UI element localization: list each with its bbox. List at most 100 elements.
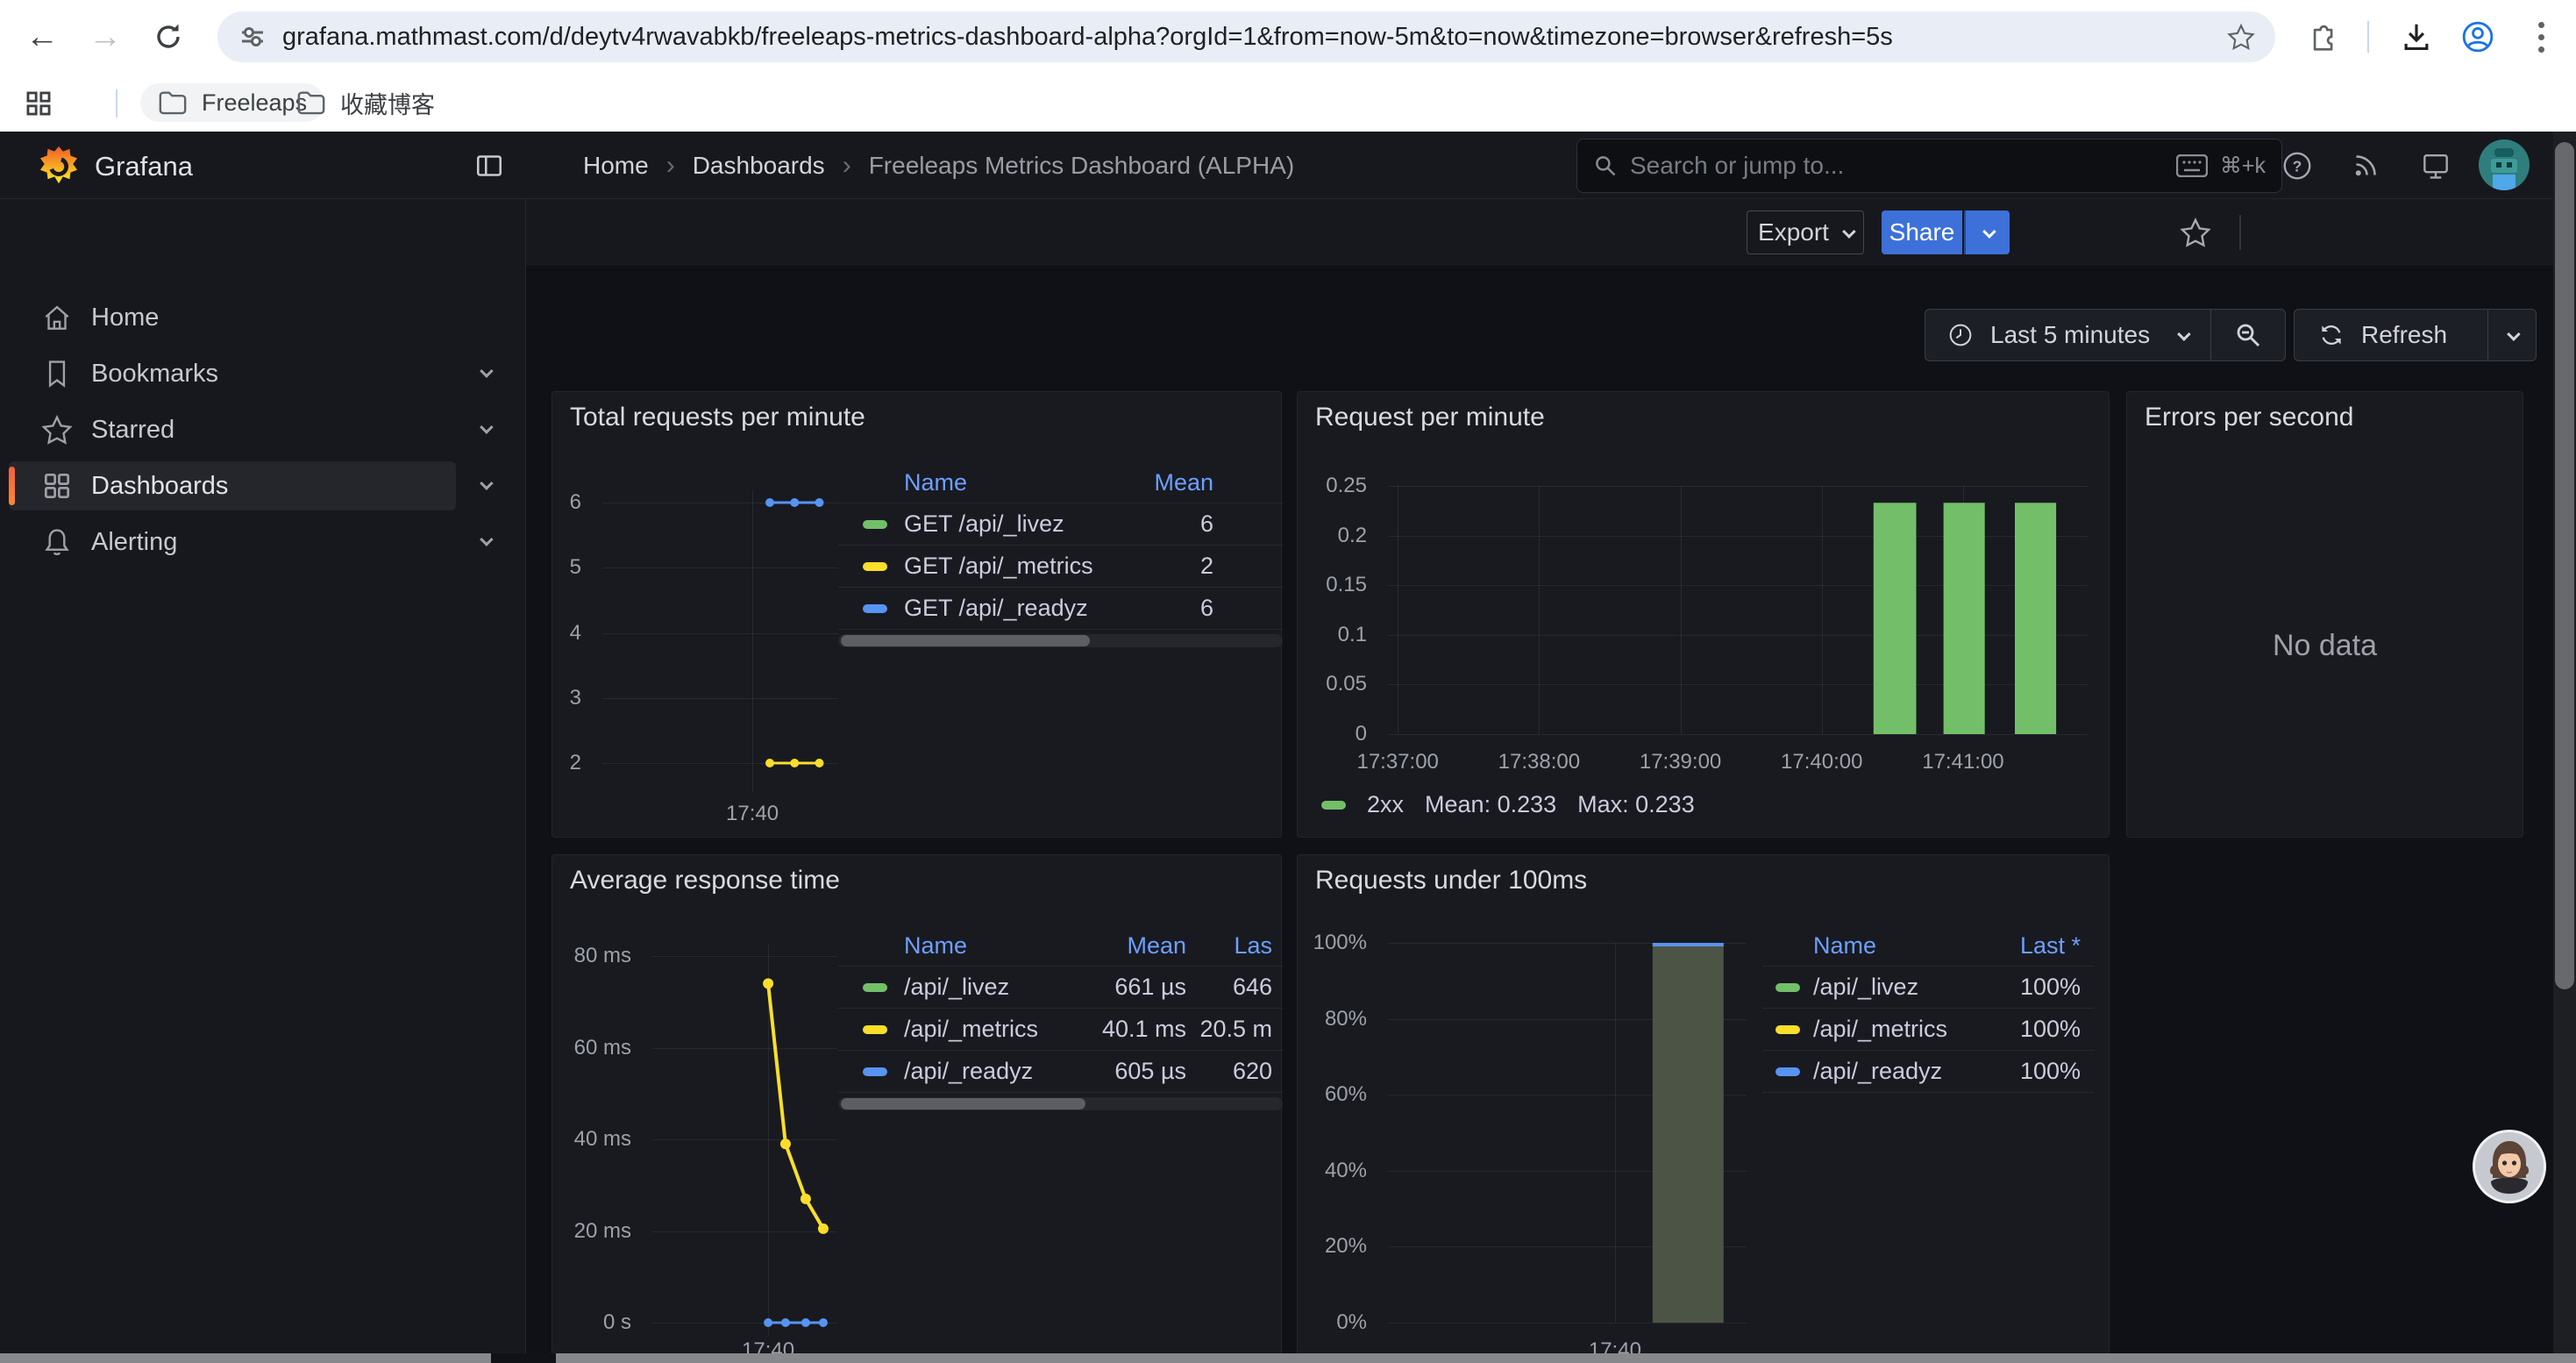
chevron-down-icon <box>1982 225 1996 239</box>
breadcrumb: Home › Dashboards › Freeleaps Metrics Da… <box>583 132 1294 199</box>
favorite-star-icon[interactable] <box>2176 213 2215 252</box>
legend-scrollbar[interactable] <box>838 1097 1283 1110</box>
forward-icon[interactable]: → <box>81 12 130 61</box>
legend-header-mean[interactable]: Mean <box>1154 469 1213 496</box>
download-icon[interactable] <box>2397 18 2436 56</box>
apps-grid-icon[interactable] <box>19 84 58 123</box>
series-name[interactable]: /api/_metrics <box>1813 1016 2020 1043</box>
legend-row[interactable]: GET /api/_readyz 6 <box>838 588 1283 630</box>
legend-row[interactable]: /api/_livez 100% <box>1762 967 2095 1009</box>
legend-row[interactable]: /api/_metrics 100% <box>1762 1009 2095 1051</box>
legend-header-name[interactable]: Name <box>1813 932 2020 960</box>
site-settings-icon[interactable] <box>238 23 267 51</box>
zoom-out-button[interactable] <box>2211 321 2285 349</box>
sidebar-item-label: Home <box>91 303 159 332</box>
series-mean: 2 <box>1200 553 1213 580</box>
series-last: 646 <box>1186 974 1283 1001</box>
browser-menu-icon[interactable] <box>2522 18 2560 56</box>
legend-row[interactable]: /api/_metrics 40.1 ms 20.5 m <box>838 1009 1283 1051</box>
share-button[interactable]: Share <box>1882 211 1962 254</box>
legend-row[interactable]: /api/_livez 661 µs 646 <box>838 967 1283 1009</box>
scrollbar-thumb[interactable] <box>2555 142 2574 989</box>
address-bar[interactable]: grafana.mathmast.com/d/deytv4rwavabkb/fr… <box>217 11 2275 62</box>
grafana-logo-icon[interactable] <box>39 145 79 185</box>
refresh-interval-button[interactable] <box>2488 331 2536 340</box>
series-name[interactable]: /api/_livez <box>904 974 1072 1001</box>
export-button[interactable]: Export <box>1747 211 1864 254</box>
reload-icon[interactable] <box>144 12 193 61</box>
panel-errors-per-second[interactable]: Errors per second No data <box>2126 391 2523 838</box>
legend-scrollbar-thumb[interactable] <box>841 1098 1085 1110</box>
user-avatar[interactable] <box>2479 139 2530 190</box>
time-range-picker[interactable]: Last 5 minutes <box>1925 309 2286 361</box>
series-color-pill <box>863 983 887 992</box>
floating-assistant-avatar[interactable] <box>2473 1130 2546 1203</box>
sidebar-item-alerting[interactable]: Alerting <box>9 517 456 567</box>
panel-avg-response-time[interactable]: Average response time 80 ms60 ms40 ms20 … <box>551 854 1282 1363</box>
help-icon[interactable]: ? <box>2278 146 2316 185</box>
series-name[interactable]: /api/_readyz <box>904 1058 1072 1085</box>
sidebar-item-starred[interactable]: Starred <box>9 405 456 454</box>
legend-row[interactable]: GET /api/_metrics 2 <box>838 546 1283 588</box>
series-last: 100% <box>2020 1016 2081 1043</box>
chevron-down-icon[interactable] <box>480 534 490 550</box>
chevron-down-icon[interactable] <box>480 366 490 382</box>
legend-header-name[interactable]: Name <box>904 469 1154 496</box>
legend-row[interactable]: /api/_readyz 100% <box>1762 1051 2095 1093</box>
chevron-down-icon[interactable] <box>480 422 490 438</box>
chart-request-per-minute: 0.250.20.150.10.05017:37:0017:38:0017:39… <box>1388 486 2088 734</box>
legend-scrollbar-thumb[interactable] <box>841 635 1090 646</box>
legend-scrollbar[interactable] <box>838 634 1283 647</box>
panel-title: Requests under 100ms <box>1315 866 1587 896</box>
panel-requests-under-100ms[interactable]: Requests under 100ms 100%80%60%40%20%0%1… <box>1297 854 2110 1363</box>
legend-header-mean[interactable]: Mean <box>1072 932 1186 960</box>
breadcrumb-separator: › <box>666 151 675 181</box>
series-last: 100% <box>2020 974 2081 1001</box>
refresh-control[interactable]: Refresh <box>2294 309 2537 361</box>
breadcrumb-home[interactable]: Home <box>583 152 649 180</box>
news-rss-icon[interactable] <box>2346 146 2385 185</box>
panel-title: Errors per second <box>2145 403 2353 432</box>
bookmark-star-icon[interactable] <box>2226 22 2256 52</box>
bookmarks-bar: Freeleaps 收藏博客 <box>0 74 2576 132</box>
series-color-pill <box>863 520 887 529</box>
series-mean: Mean: 0.233 <box>1425 791 1556 818</box>
folder-icon <box>296 89 326 116</box>
series-name[interactable]: 2xx <box>1367 791 1404 818</box>
series-max: Max: 0.233 <box>1577 791 1695 818</box>
series-name[interactable]: GET /api/_livez <box>904 510 1200 538</box>
legend-row[interactable]: /api/_readyz 605 µs 620 <box>838 1051 1283 1093</box>
back-icon[interactable]: ← <box>18 12 67 61</box>
series-color-pill <box>863 562 887 571</box>
legend-row[interactable]: GET /api/_livez 6 <box>838 503 1283 546</box>
chevron-down-icon <box>2177 327 2191 341</box>
sidebar-item-label: Alerting <box>91 528 177 557</box>
share-menu-button[interactable] <box>1964 211 2010 254</box>
profile-icon[interactable] <box>2459 18 2497 56</box>
monitor-icon[interactable] <box>2416 146 2455 185</box>
page-horizontal-scrollbar[interactable] <box>0 1353 2576 1363</box>
series-name[interactable]: /api/_readyz <box>1813 1058 2020 1085</box>
panel-total-requests[interactable]: Total requests per minute 6543217:40 Nam… <box>551 391 1282 838</box>
series-name[interactable]: /api/_metrics <box>904 1016 1072 1043</box>
url-text[interactable]: grafana.mathmast.com/d/deytv4rwavabkb/fr… <box>282 23 2207 52</box>
page-vertical-scrollbar[interactable] <box>2553 132 2576 1363</box>
sidebar-toggle-icon[interactable] <box>470 146 509 185</box>
series-name[interactable]: GET /api/_readyz <box>904 595 1200 622</box>
sidebar-item-bookmarks[interactable]: Bookmarks <box>9 349 456 398</box>
bookmark-folder-blogs[interactable]: 收藏博客 <box>279 83 452 122</box>
panel-request-per-minute[interactable]: Request per minute 0.250.20.150.10.05017… <box>1297 391 2110 838</box>
actions-divider <box>2239 215 2241 250</box>
series-color-pill <box>1775 1067 1800 1076</box>
search-input[interactable]: Search or jump to... ⌘+k <box>1576 139 2282 193</box>
toolbar-divider <box>2367 21 2369 53</box>
legend-header-last[interactable]: Last * <box>2020 932 2081 960</box>
sidebar-item-dashboards[interactable]: Dashboards <box>9 461 456 510</box>
breadcrumb-dashboards[interactable]: Dashboards <box>693 152 825 180</box>
series-name[interactable]: GET /api/_metrics <box>904 553 1200 580</box>
legend-header-name[interactable]: Name <box>904 932 1072 960</box>
series-color-pill <box>863 1025 887 1034</box>
series-name[interactable]: /api/_livez <box>1813 974 2020 1001</box>
extensions-icon[interactable] <box>2302 18 2341 56</box>
sidebar-item-home[interactable]: Home <box>9 293 456 342</box>
